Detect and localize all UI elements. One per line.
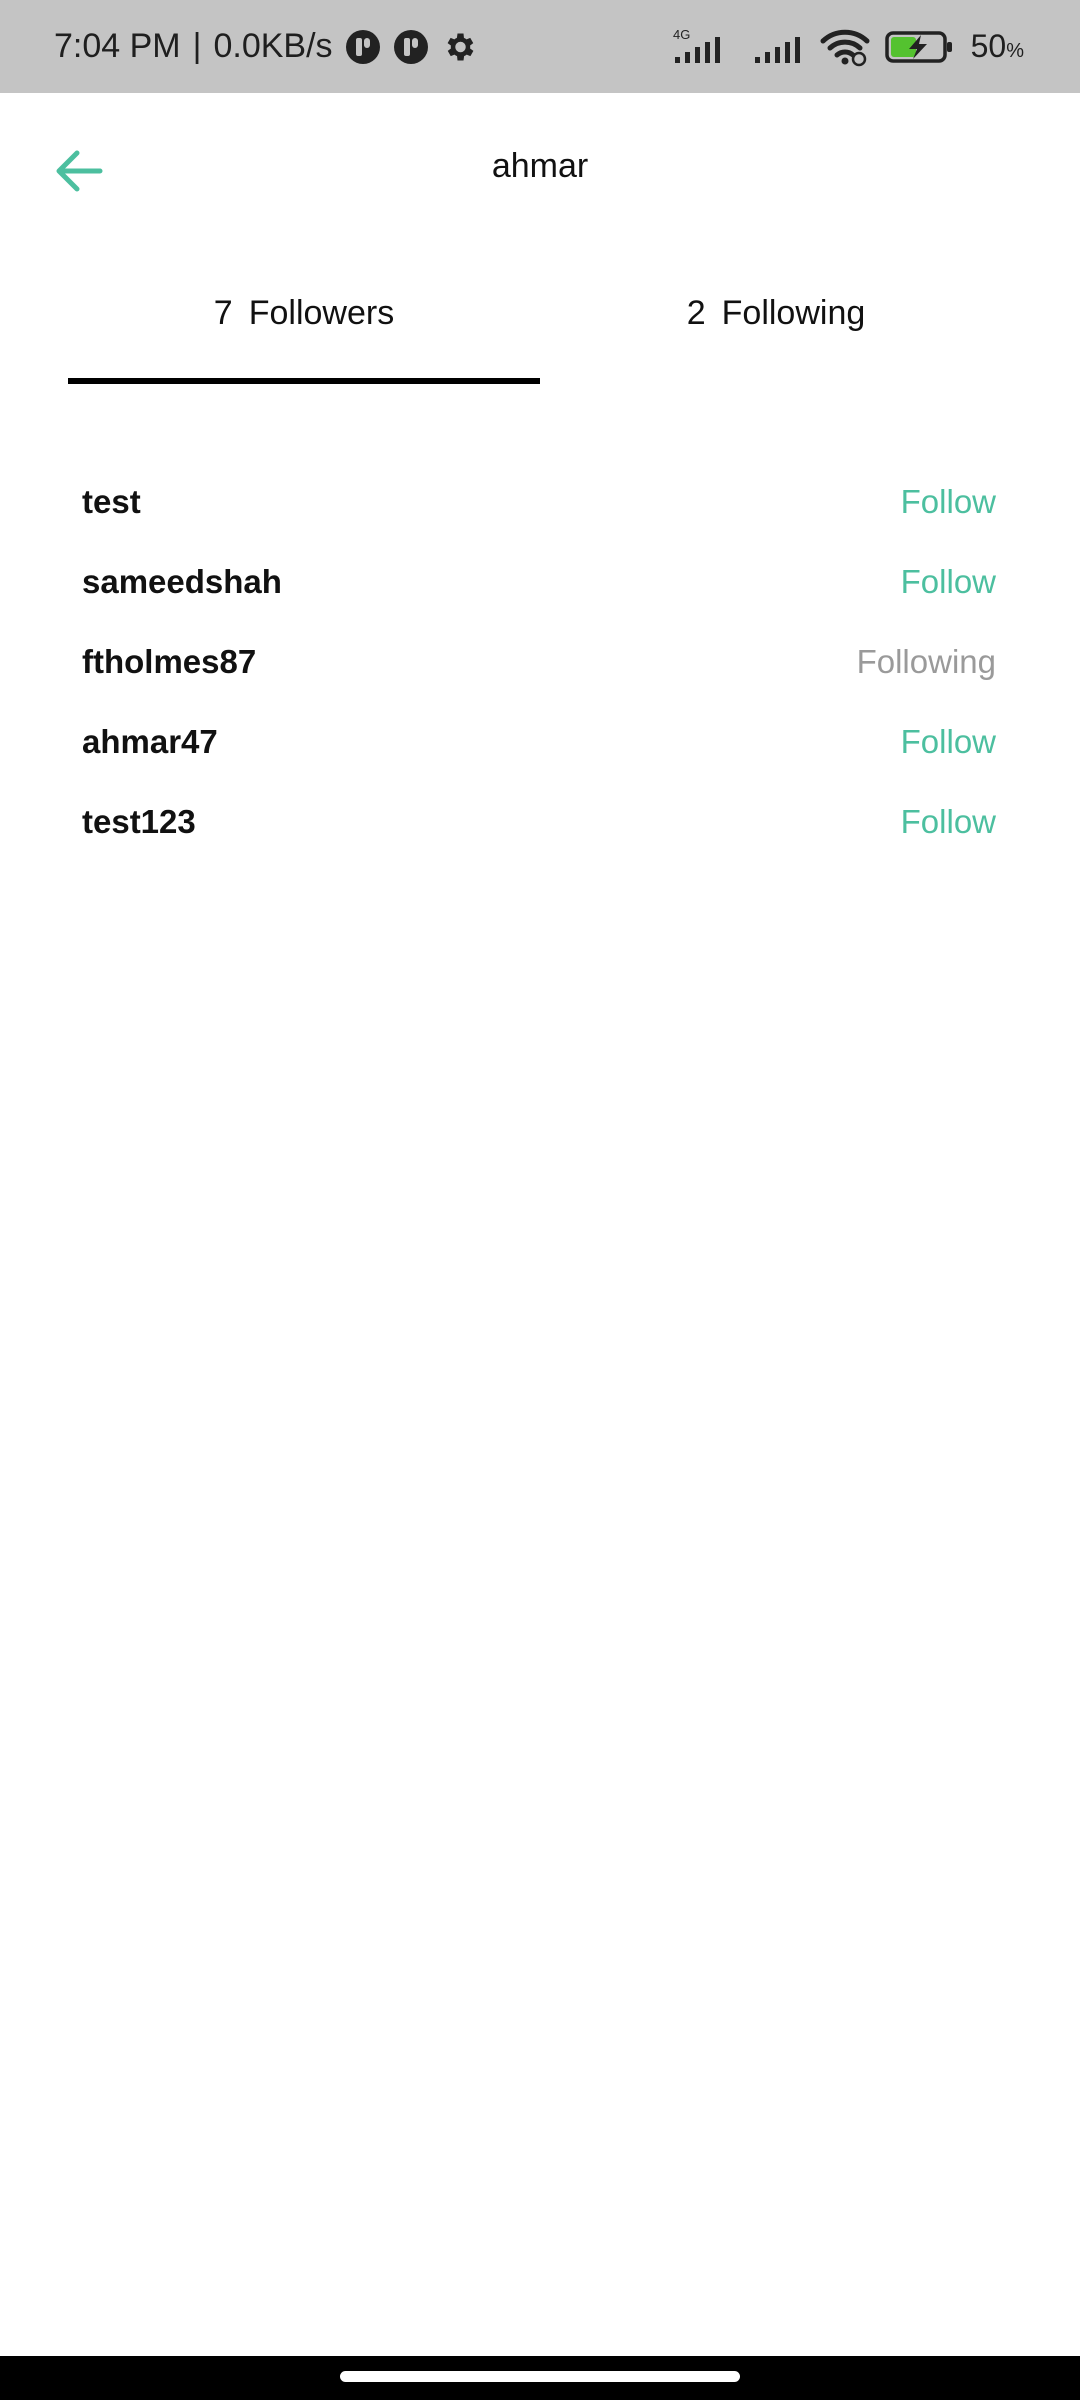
username[interactable]: ftholmes87	[82, 643, 256, 681]
list-item[interactable]: ahmar47 Follow	[82, 702, 996, 782]
status-separator: |	[192, 27, 202, 65]
status-bar: 7:04 PM | 0.0KB/s 4G 50%	[0, 0, 1080, 93]
list-item[interactable]: test Follow	[82, 462, 996, 542]
gear-icon	[441, 29, 477, 65]
username[interactable]: sameedshah	[82, 563, 282, 601]
list-item[interactable]: sameedshah Follow	[82, 542, 996, 622]
app-header: ahmar	[0, 93, 1080, 245]
battery-charging-icon	[884, 27, 957, 67]
following-label: Following	[721, 294, 866, 332]
app-notification-icon	[345, 29, 381, 65]
followers-label: Followers	[248, 294, 395, 332]
app-notification-icon	[393, 29, 429, 65]
follow-button[interactable]: Follow	[901, 803, 996, 841]
follow-button[interactable]: Follow	[901, 563, 996, 601]
status-left: 7:04 PM | 0.0KB/s	[54, 0, 477, 93]
status-right: 4G 50%	[669, 0, 1024, 93]
following-count: 2	[686, 294, 706, 332]
username[interactable]: ahmar47	[82, 723, 218, 761]
tab-bar: 7 Followers 2 Following	[68, 270, 1012, 386]
signal-bars-icon	[753, 27, 805, 67]
list-item[interactable]: test123 Follow	[82, 782, 996, 862]
status-time: 7:04 PM	[54, 27, 181, 65]
signal-bars-icon: 4G	[669, 27, 739, 67]
wifi-icon	[819, 27, 871, 67]
username[interactable]: test	[82, 483, 141, 521]
home-indicator[interactable]	[340, 2371, 740, 2382]
page-title: ahmar	[491, 147, 589, 185]
list-item[interactable]: ftholmes87 Following	[82, 622, 996, 702]
followers-list: test Follow sameedshah Follow ftholmes87…	[82, 462, 996, 862]
network-type-label: 4G	[673, 27, 690, 42]
following-button[interactable]: Following	[857, 643, 996, 681]
system-navigation-bar	[0, 2356, 1080, 2400]
tab-following[interactable]: 2 Following	[540, 270, 1012, 386]
followers-count: 7	[213, 294, 233, 332]
username[interactable]: test123	[82, 803, 196, 841]
follow-button[interactable]: Follow	[901, 723, 996, 761]
active-tab-indicator	[68, 378, 540, 384]
battery-percentage: 50%	[970, 28, 1024, 64]
tab-followers[interactable]: 7 Followers	[68, 270, 540, 386]
follow-button[interactable]: Follow	[901, 483, 996, 521]
network-speed: 0.0KB/s	[213, 27, 333, 65]
